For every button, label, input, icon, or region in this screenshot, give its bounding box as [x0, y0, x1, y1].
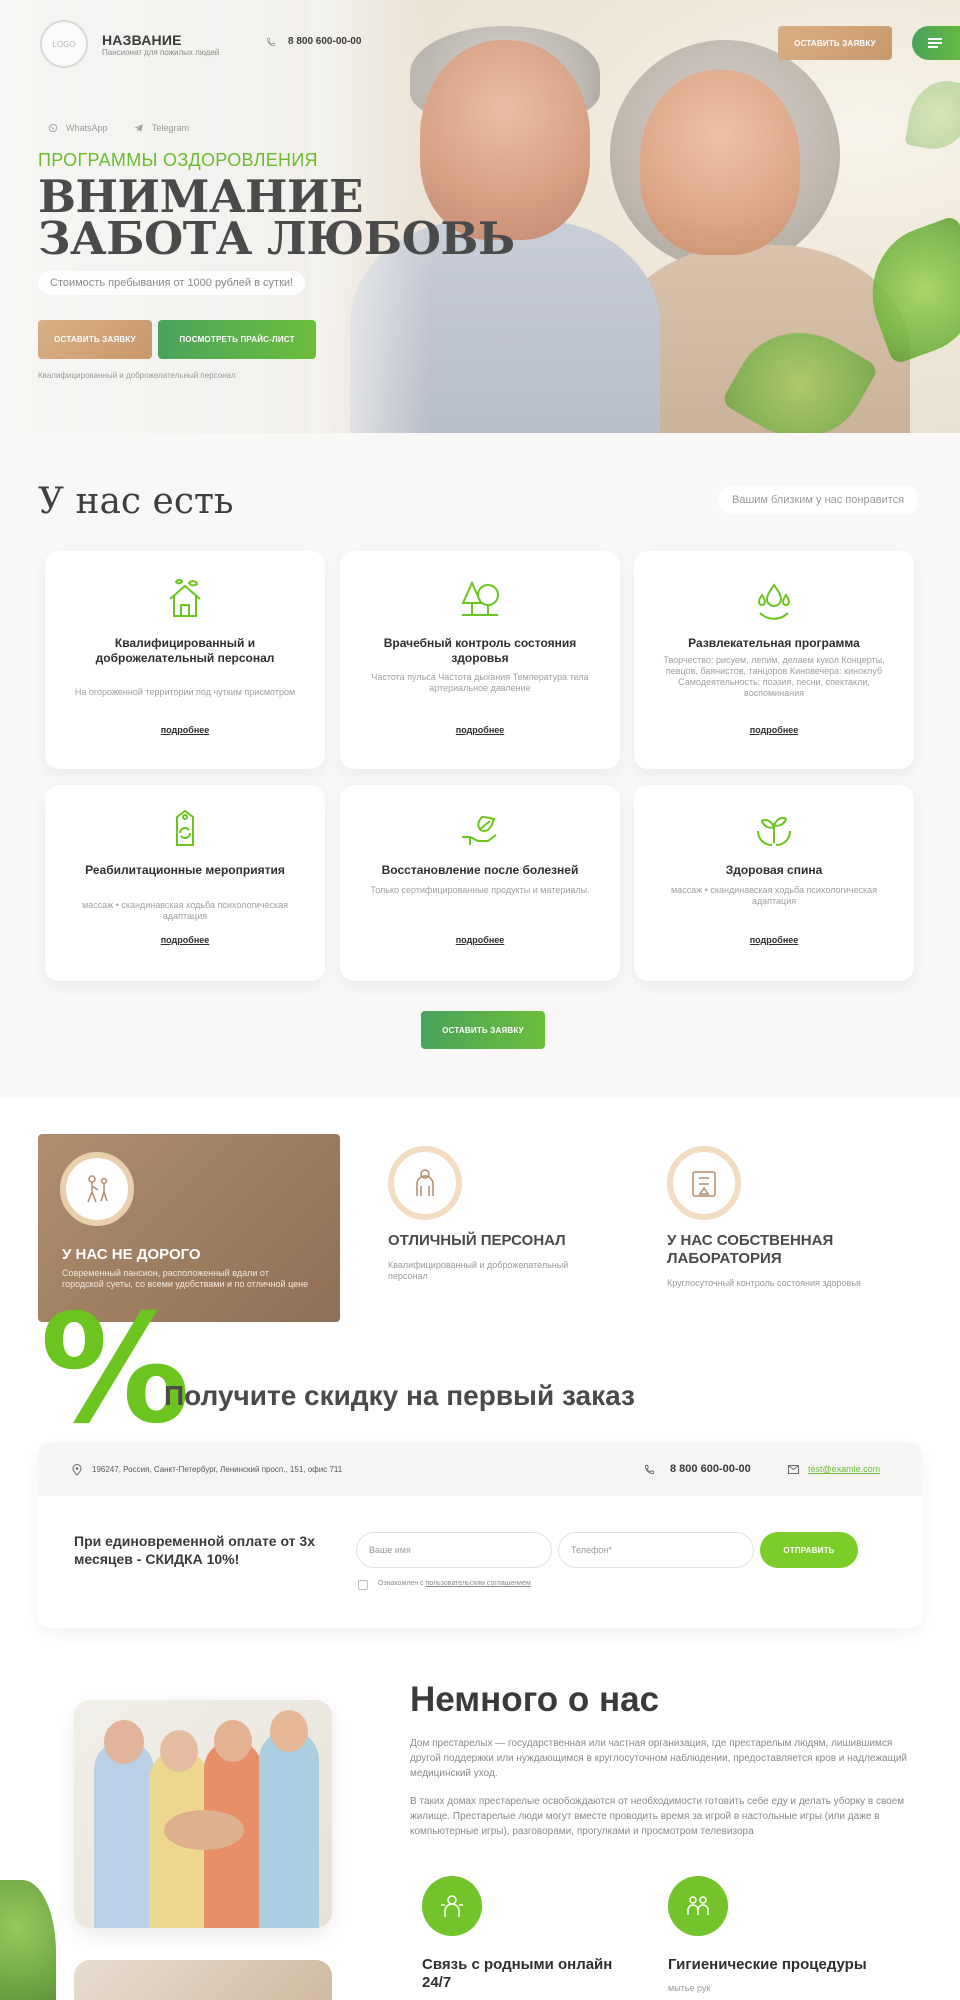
- menu-button[interactable]: [912, 26, 960, 60]
- hero-section: LOGO НАЗВАНИЕ Пансионат для пожилых люде…: [0, 0, 960, 433]
- pricelist-button[interactable]: ПОСМОТРЕТЬ ПРАЙС-ЛИСТ: [158, 320, 316, 359]
- name-placeholder: Ваше имя: [369, 1545, 411, 1555]
- features-subtitle: Вашим близким у нас понравится: [718, 486, 919, 514]
- feature-card-title: Восстановление после болезней: [381, 863, 579, 877]
- feature-card-text: На огороженной территории под чутким при…: [74, 687, 296, 697]
- contact-address: 196247, Россия, Санкт-Петербург, Ленинск…: [92, 1465, 343, 1474]
- feature-more-link[interactable]: подробнее: [340, 935, 620, 945]
- hands-plant-icon: [752, 807, 796, 851]
- trees-icon: [458, 577, 502, 621]
- service-text: мытье рук: [668, 1983, 711, 1993]
- discount-offer: При единовременной оплате от 3х месяцев …: [74, 1533, 316, 1567]
- agree-label: Ознакомлен с пользовательским соглашение…: [378, 1580, 531, 1587]
- about-photo-2: [74, 1960, 332, 2000]
- social-telegram-label: Telegram: [152, 123, 190, 133]
- advantage-title: У НАС СОБСТВЕННАЯ ЛАБОРАТОРИЯ: [667, 1232, 834, 1267]
- feature-card-title: Здоровая спина: [725, 863, 823, 877]
- decorative-plant: [0, 1880, 56, 2000]
- feature-card: Квалифицированный и доброжелательный пер…: [45, 551, 325, 769]
- water-drops-icon: [752, 577, 796, 621]
- hero-request-button[interactable]: ОСТАВИТЬ ЗАЯВКУ: [38, 320, 152, 359]
- feature-card-text: Творчество: рисуем, лепим, делаем кукол …: [663, 655, 885, 698]
- mail-icon: [788, 1465, 799, 1474]
- social-whatsapp[interactable]: WhatsApp: [48, 123, 108, 133]
- phone-input[interactable]: Телефон*: [558, 1532, 754, 1568]
- feature-card: Развлекательная программа Творчество: ри…: [634, 551, 914, 769]
- feature-more-link[interactable]: подробнее: [634, 725, 914, 735]
- staff-icon: [388, 1146, 462, 1220]
- hygiene-icon: [668, 1876, 728, 1936]
- feature-card-text: Частота пульса Частота дыхания Температу…: [371, 672, 589, 693]
- feature-more-link[interactable]: подробнее: [340, 725, 620, 735]
- video-call-icon: [422, 1876, 482, 1936]
- feature-card-title: Реабилитационные мероприятия: [85, 863, 285, 877]
- advantage-title: У НАС НЕ ДОРОГО: [62, 1246, 201, 1263]
- about-paragraph-1: Дом престарелых — государственная или ча…: [410, 1738, 908, 1779]
- feature-card-title: Врачебный контроль состояния здоровья: [383, 636, 577, 665]
- feature-more-link[interactable]: подробнее: [45, 725, 325, 735]
- advantage-title: ОТЛИЧНЫЙ ПЕРСОНАЛ: [388, 1232, 566, 1249]
- header-phone-text: 8 800 600-00-00: [288, 36, 362, 47]
- advantage-text: Квалифицированный и доброжелательный пер…: [388, 1260, 569, 1281]
- feature-card: Реабилитационные мероприятия массаж • ск…: [45, 785, 325, 981]
- feature-card: Врачебный контроль состояния здоровья Ча…: [340, 551, 620, 769]
- hero-note: Квалифицированный и доброжелательный пер…: [38, 371, 236, 380]
- features-title: У нас есть: [38, 481, 234, 522]
- feature-card-title: Развлекательная программа: [688, 636, 860, 650]
- whatsapp-icon: [48, 123, 58, 133]
- name-input[interactable]: Ваше имя: [356, 1532, 552, 1568]
- location-icon: [72, 1464, 82, 1476]
- hero-pretitle: ПРОГРАММЫ ОЗДОРОВЛЕНИЯ: [38, 150, 318, 170]
- house-plant-icon: [163, 577, 207, 621]
- contact-email[interactable]: test@examle.com: [808, 1464, 880, 1474]
- contacts-bar: 196247, Россия, Санкт-Петербург, Ленинск…: [38, 1442, 922, 1496]
- submit-button[interactable]: ОТПРАВИТЬ: [760, 1532, 858, 1568]
- feature-card-text: массаж • скандинавская ходьба психологич…: [81, 900, 288, 921]
- discount-title: Получите скидку на первый заказ: [164, 1380, 635, 1411]
- about-photo: [74, 1700, 332, 1928]
- price-note: Стоимость пребывания от 1000 рублей в су…: [38, 271, 306, 295]
- service-title: Связь с родными онлайн 24/7: [422, 1956, 613, 1991]
- logo[interactable]: LOGO: [40, 20, 88, 68]
- feature-card-text: массаж • скандинавская ходьба психологич…: [670, 885, 877, 906]
- phone-icon: [266, 37, 276, 46]
- feature-more-link[interactable]: подробнее: [45, 935, 325, 945]
- brand-name: НАЗВАНИЕ: [102, 32, 182, 48]
- discount-form-card: 196247, Россия, Санкт-Петербург, Ленинск…: [38, 1442, 922, 1628]
- feature-card-title: Квалифицированный и доброжелательный пер…: [95, 636, 275, 665]
- advantage-text: Круглосуточный контроль состояния здоров…: [667, 1278, 861, 1288]
- lab-icon: [667, 1146, 741, 1220]
- features-section: У нас есть Вашим близким у нас понравитс…: [0, 433, 960, 1098]
- social-whatsapp-label: WhatsApp: [66, 123, 108, 133]
- feature-card: Здоровая спина массаж • скандинавская хо…: [634, 785, 914, 981]
- header-request-button[interactable]: ОСТАВИТЬ ЗАЯВКУ: [778, 26, 892, 60]
- telegram-icon: [134, 124, 143, 132]
- hamburger-icon: [928, 38, 942, 48]
- feature-card: Восстановление после болезней Только сер…: [340, 785, 620, 981]
- contact-phone[interactable]: 8 800 600-00-00: [670, 1463, 751, 1475]
- hero-title-line2: ЗАБОТА ЛЮБОВЬ: [38, 212, 515, 265]
- agreement-link[interactable]: пользовательским соглашением: [426, 1580, 531, 1587]
- agree-checkbox[interactable]: [358, 1580, 368, 1590]
- about-paragraph-2: В таких домах престарелые освобождаются …: [410, 1796, 905, 1837]
- phone-icon: [644, 1464, 655, 1475]
- agree-prefix: Ознакомлен с: [378, 1580, 424, 1587]
- discount-percent-sign: %: [40, 1283, 191, 1457]
- about-title: Немного о нас: [410, 1680, 660, 1719]
- social-telegram[interactable]: Telegram: [134, 123, 189, 133]
- brand-tagline: Пансионат для пожилых людей: [102, 48, 220, 57]
- feature-card-text: Только сертифицированные продукты и мате…: [370, 885, 590, 895]
- service-title: Гигиенические процедуры: [668, 1956, 867, 1973]
- phone-placeholder: Телефон*: [571, 1545, 612, 1555]
- header-phone[interactable]: 8 800 600-00-00: [266, 36, 361, 47]
- hero-title: ВНИМАНИЕ ЗАБОТА ЛЮБОВЬ: [38, 174, 515, 265]
- logo-text: LOGO: [52, 39, 76, 49]
- eco-tag-icon: [163, 807, 207, 851]
- features-request-button[interactable]: ОСТАВИТЬ ЗАЯВКУ: [421, 1011, 545, 1049]
- feature-more-link[interactable]: подробнее: [634, 935, 914, 945]
- elderly-walking-icon: [60, 1152, 134, 1226]
- hand-leaf-icon: [458, 807, 502, 851]
